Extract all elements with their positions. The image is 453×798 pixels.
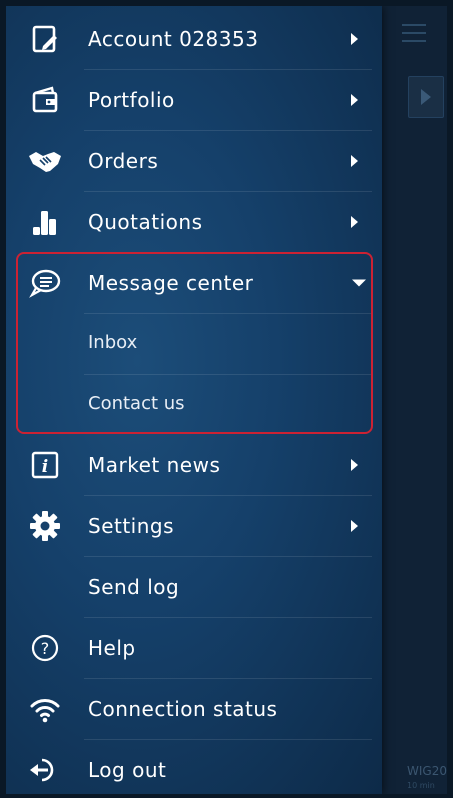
menu-item-label: Market news — [88, 452, 221, 477]
gear-icon — [28, 509, 62, 543]
navigation-drawer: Account 028353 Portfolio Orders Quotatio… — [6, 6, 382, 794]
menu-item-quotations[interactable]: Quotations — [6, 191, 382, 252]
menu-item-portfolio[interactable]: Portfolio — [6, 69, 382, 130]
menu-item-message-center[interactable]: Message center — [6, 252, 382, 313]
menu-item-label: Quotations — [88, 209, 203, 234]
menu-item-help[interactable]: ? Help — [6, 617, 382, 678]
submenu-item-contact-us[interactable]: Contact us — [6, 373, 382, 434]
submenu-item-label: Inbox — [88, 332, 138, 353]
hamburger-menu-icon[interactable] — [402, 24, 426, 44]
chevron-down-icon — [352, 279, 366, 286]
chat-icon — [28, 266, 62, 300]
menu-item-label: Settings — [88, 513, 175, 538]
menu-item-label: Log out — [88, 757, 167, 782]
wifi-icon — [28, 692, 62, 726]
help-icon: ? — [28, 631, 62, 665]
menu-item-settings[interactable]: Settings — [6, 495, 382, 556]
menu-item-account[interactable]: Account 028353 — [6, 8, 382, 69]
chevron-right-icon — [351, 32, 358, 45]
submenu-item-label: Contact us — [88, 393, 185, 414]
menu-item-orders[interactable]: Orders — [6, 130, 382, 191]
menu-item-connection-status[interactable]: Connection status — [6, 678, 382, 739]
video-icon — [408, 76, 444, 118]
svg-text:i: i — [42, 457, 48, 477]
logout-icon — [28, 753, 62, 787]
chevron-right-icon — [351, 154, 358, 167]
info-icon: i — [28, 448, 62, 482]
menu-item-label: Help — [88, 635, 136, 660]
chevron-right-icon — [351, 458, 358, 471]
main-content-behind: WIG20 10 min — [382, 6, 447, 794]
menu-item-send-log[interactable]: Send log — [6, 556, 382, 617]
chevron-right-icon — [351, 215, 358, 228]
app-frame: WIG20 10 min Account 028353 Portfolio Or… — [6, 6, 447, 794]
svg-text:?: ? — [41, 639, 50, 658]
menu-item-label: Orders — [88, 148, 159, 173]
account-icon — [28, 22, 62, 56]
menu-item-label: Portfolio — [88, 87, 175, 112]
submenu-item-inbox[interactable]: Inbox — [6, 312, 382, 373]
menu-item-log-out[interactable]: Log out — [6, 739, 382, 794]
wallet-icon — [28, 83, 62, 117]
menu-item-label: Send log — [88, 574, 180, 599]
menu-item-market-news[interactable]: i Market news — [6, 434, 382, 495]
menu-item-label: Account 028353 — [88, 26, 259, 51]
ticker-sub-label: 10 min — [407, 781, 435, 790]
menu-item-label: Message center — [88, 270, 254, 295]
ticker-label: WIG20 — [407, 764, 447, 778]
chevron-right-icon — [351, 93, 358, 106]
bar-chart-icon — [28, 205, 62, 239]
menu-item-label: Connection status — [88, 696, 278, 721]
handshake-icon — [28, 144, 62, 178]
chevron-right-icon — [351, 519, 358, 532]
